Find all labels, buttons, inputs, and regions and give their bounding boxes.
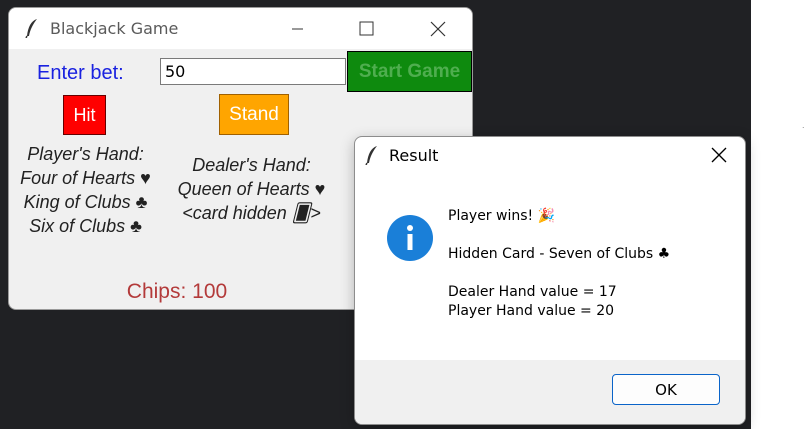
player-card: Six of Clubs ♣ [29,216,142,236]
dialog-titlebar[interactable]: Result [355,137,745,173]
player-card: King of Clubs ♣ [23,192,148,212]
message-line: Player Hand value = 20 [448,303,615,319]
stand-button[interactable]: Stand [219,94,289,135]
window-title: Blackjack Game [50,19,179,38]
player-hand-title: Player's Hand: [27,144,144,164]
message-line [448,226,670,245]
result-dialog: Result Player wins! 🎉 Hidden Card - Seve… [354,136,746,425]
chips-count: Chips: 100 [126,280,228,303]
close-icon[interactable] [705,143,733,167]
dealer-hand: Dealer's Hand: Queen of Hearts ♥ <card h… [169,153,334,225]
feather-icon [25,19,37,38]
maximize-icon[interactable] [342,8,388,49]
dialog-message: Player wins! 🎉 Hidden Card - Seven of Cl… [448,207,670,321]
message-line: Player wins! 🎉 [448,208,556,224]
feather-icon [365,146,377,165]
start-game-button[interactable]: Start Game [347,51,472,92]
enter-bet-label: Enter bet: [37,62,124,84]
dealer-card: Queen of Hearts ♥ [177,179,326,199]
ok-button[interactable]: OK [612,374,720,405]
close-icon[interactable] [414,8,460,49]
dealer-hand-title: Dealer's Hand: [192,155,311,175]
dealer-card-hidden: <card hidden 🂠> [182,203,321,223]
desktop-dot: . [802,120,805,130]
message-line: Dealer Hand value = 17 [448,284,617,300]
message-line: Hidden Card - Seven of Clubs ♣ [448,246,671,262]
info-icon [387,215,433,261]
hit-button[interactable]: Hit [63,95,106,135]
desktop-background-right [751,0,806,429]
dialog-footer: OK [355,360,745,424]
bet-input[interactable] [160,58,346,85]
titlebar[interactable]: Blackjack Game [9,8,472,49]
message-line [448,264,670,283]
dialog-title: Result [389,146,439,165]
minimize-icon[interactable] [274,8,320,49]
player-card: Four of Hearts ♥ [20,168,151,188]
player-hand: Player's Hand: Four of Hearts ♥ King of … [9,142,162,238]
